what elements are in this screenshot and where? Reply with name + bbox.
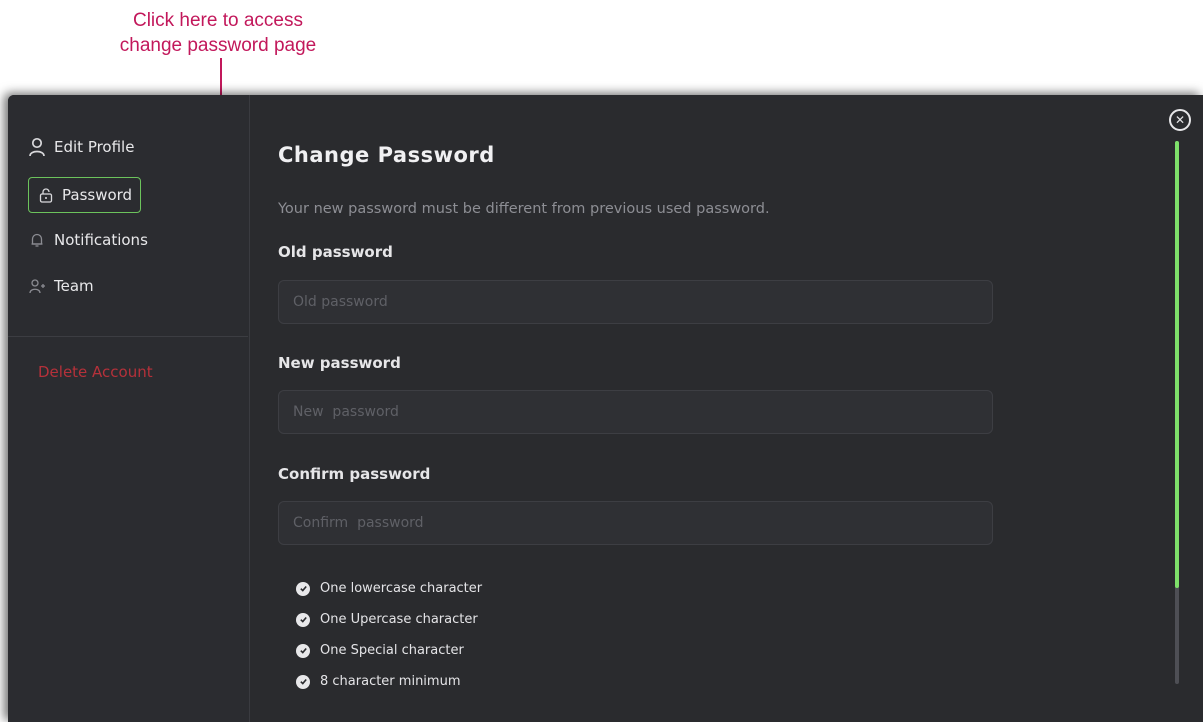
check-circle-icon <box>296 581 310 596</box>
requirement-item: One Special character <box>296 635 482 666</box>
user-icon <box>28 137 46 157</box>
check-circle-icon <box>296 643 310 658</box>
scrollbar[interactable] <box>1175 141 1179 684</box>
close-icon: ✕ <box>1174 113 1186 127</box>
new-password-field[interactable] <box>278 390 993 434</box>
lock-icon <box>37 186 55 204</box>
sidebar-item-edit-profile[interactable]: Edit Profile <box>28 131 134 163</box>
sidebar-item-notifications[interactable]: Notifications <box>28 224 148 256</box>
scrollbar-thumb[interactable] <box>1175 141 1179 588</box>
close-button[interactable]: ✕ <box>1169 109 1191 131</box>
requirement-label: One Special character <box>320 643 464 658</box>
sidebar-divider <box>8 336 248 337</box>
confirm-password-field[interactable] <box>278 501 993 545</box>
new-password-label: New password <box>278 354 401 372</box>
password-requirements: One lowercase character One Upercase cha… <box>296 573 482 697</box>
requirement-label: 8 character minimum <box>320 674 461 689</box>
annotation-line-2: change password page <box>119 35 317 56</box>
settings-modal: Edit Profile Password Notifications Team… <box>8 95 1203 722</box>
requirement-label: One Upercase character <box>320 612 478 627</box>
requirement-label: One lowercase character <box>320 581 483 596</box>
sidebar-item-team[interactable]: Team <box>28 270 94 302</box>
requirement-item: One lowercase character <box>296 573 482 604</box>
add-user-icon <box>28 277 46 295</box>
check-circle-icon <box>296 612 310 627</box>
old-password-field[interactable] <box>278 280 993 324</box>
requirement-item: One Upercase character <box>296 604 482 635</box>
delete-account-link[interactable]: Delete Account <box>38 363 153 381</box>
sidebar-item-password[interactable]: Password <box>28 177 142 213</box>
sidebar-item-label: Notifications <box>54 231 148 249</box>
sidebar-item-label: Password <box>62 186 133 204</box>
sidebar-item-label: Edit Profile <box>54 138 135 156</box>
confirm-password-label: Confirm password <box>278 465 431 483</box>
annotation-callout: Click here to access change password pag… <box>98 8 338 58</box>
annotation-line-1: Click here to access <box>132 10 303 31</box>
change-password-panel: Change Password Your new password must b… <box>278 95 1203 722</box>
old-password-label: Old password <box>278 243 393 261</box>
bell-icon <box>28 231 46 249</box>
requirement-item: 8 character minimum <box>296 666 482 697</box>
sidebar-item-label: Team <box>54 277 94 295</box>
check-circle-icon <box>296 674 310 689</box>
page-subtitle: Your new password must be different from… <box>278 201 770 217</box>
settings-sidebar: Edit Profile Password Notifications Team… <box>8 95 250 722</box>
page-title: Change Password <box>278 143 495 167</box>
